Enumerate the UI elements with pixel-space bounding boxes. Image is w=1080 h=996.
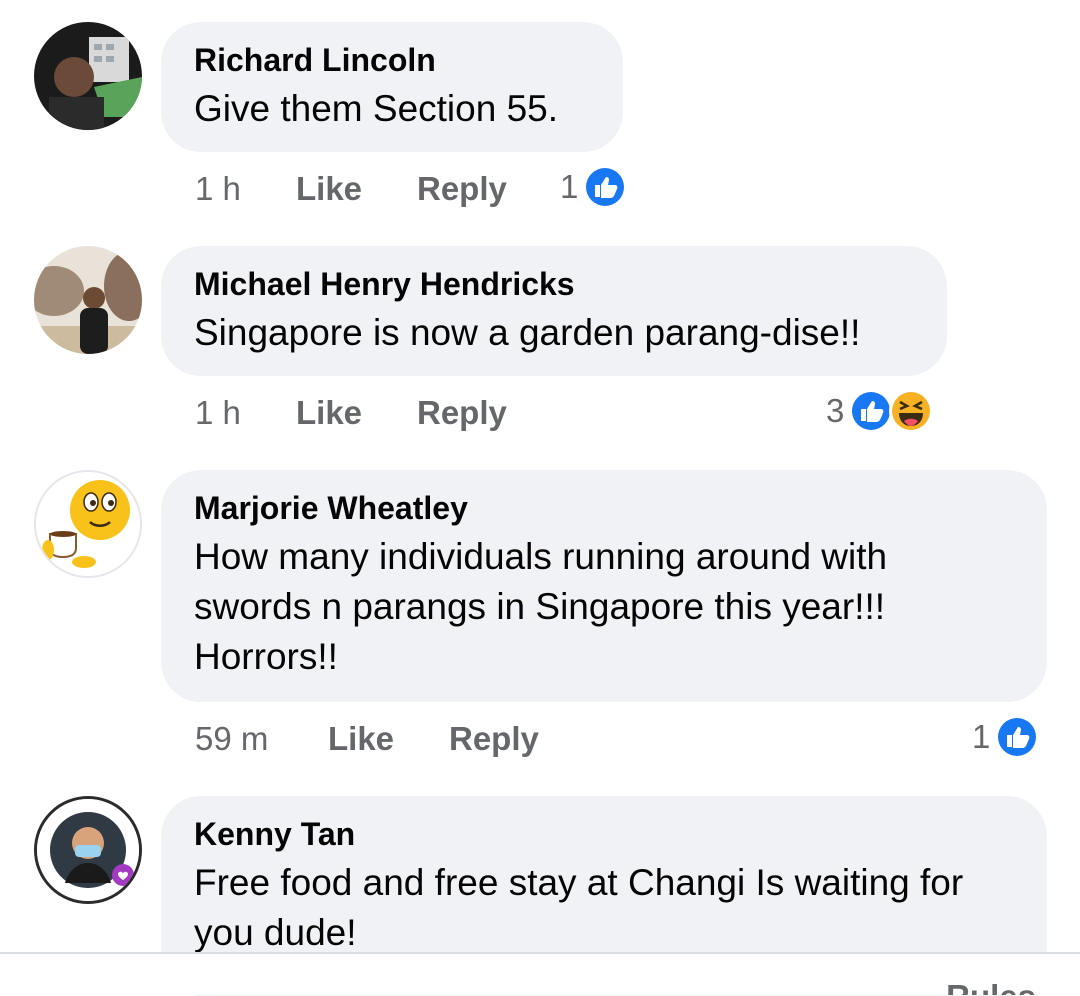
avatar[interactable] bbox=[34, 246, 142, 354]
comment-timestamp[interactable]: 1 h bbox=[195, 394, 241, 432]
comment-text: Free food and free stay at Changi Is wai… bbox=[194, 862, 964, 953]
comment-timestamp[interactable]: 59 m bbox=[195, 720, 268, 758]
like-button[interactable]: Like bbox=[296, 394, 362, 432]
reaction-summary[interactable]: 1 bbox=[972, 714, 1040, 760]
reply-button[interactable]: Reply bbox=[449, 720, 539, 758]
avatar[interactable] bbox=[34, 22, 142, 130]
comment-author[interactable]: Richard Lincoln bbox=[194, 40, 589, 80]
avatar-photo bbox=[34, 246, 142, 354]
reaction-summary[interactable]: 1 bbox=[560, 164, 628, 210]
avatar-photo bbox=[34, 22, 142, 130]
comment-bubble: Marjorie Wheatley How many individuals r… bbox=[161, 470, 1047, 702]
like-button[interactable]: Like bbox=[328, 720, 394, 758]
comment-text: How many individuals running around with… bbox=[194, 536, 888, 677]
comment-text: Singapore is now a garden parang-dise!! bbox=[194, 312, 861, 353]
comment-bubble: Richard Lincoln Give them Section 55. bbox=[161, 22, 623, 152]
reaction-count: 3 bbox=[826, 392, 845, 429]
comment-author[interactable]: Michael Henry Hendricks bbox=[194, 264, 913, 304]
reaction-summary[interactable]: 3 bbox=[826, 388, 934, 434]
comment-bubble: Michael Henry Hendricks Singapore is now… bbox=[161, 246, 947, 376]
reaction-count: 1 bbox=[972, 718, 991, 755]
rules-link[interactable]: Rules bbox=[946, 978, 1036, 995]
reaction-count: 1 bbox=[560, 168, 579, 205]
like-button[interactable]: Like bbox=[296, 170, 362, 208]
avatar-photo bbox=[36, 472, 140, 576]
reply-button[interactable]: Reply bbox=[417, 394, 507, 432]
haha-icon bbox=[889, 389, 934, 433]
comment-author[interactable]: Kenny Tan bbox=[194, 814, 1013, 854]
footer-bar: Rules bbox=[0, 954, 1080, 995]
like-icon bbox=[583, 165, 628, 209]
avatar[interactable] bbox=[34, 470, 142, 578]
reply-button[interactable]: Reply bbox=[417, 170, 507, 208]
avatar[interactable] bbox=[34, 796, 142, 904]
like-icon bbox=[995, 715, 1040, 759]
comment-author[interactable]: Marjorie Wheatley bbox=[194, 488, 1013, 528]
avatar-photo bbox=[37, 799, 139, 901]
comment-text: Give them Section 55. bbox=[194, 88, 559, 129]
comment-timestamp[interactable]: 1 h bbox=[195, 170, 241, 208]
